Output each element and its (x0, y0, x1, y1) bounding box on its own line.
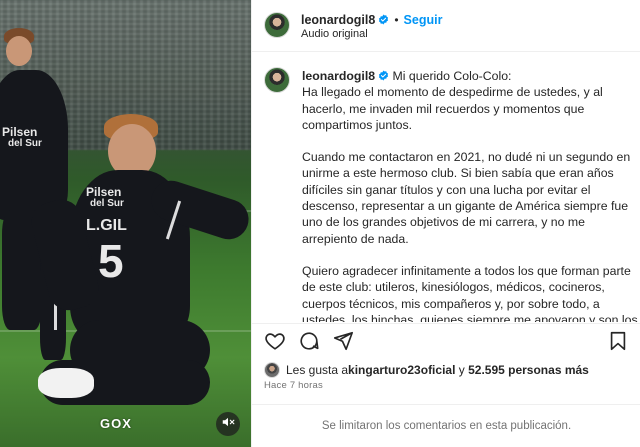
main-player-sponsor: Pilsen (86, 185, 122, 199)
comment-button[interactable] (298, 330, 320, 357)
likes-conjunction: y (455, 363, 469, 377)
save-button[interactable] (607, 330, 629, 357)
speaker-muted-icon (221, 415, 235, 434)
post-timestamp[interactable]: Hace 7 horas (264, 380, 323, 391)
liker-avatar[interactable] (264, 362, 280, 378)
mute-toggle-button[interactable] (216, 412, 240, 436)
likes-summary: Les gusta a kingarturo23oficial y 52.595… (264, 360, 589, 380)
post-header: leonardogil8 • Seguir Audio original (252, 0, 640, 52)
verified-badge-icon (379, 70, 389, 81)
likes-count[interactable]: 52.595 personas más (468, 363, 589, 377)
post-actions-bar (252, 323, 640, 359)
heart-icon (264, 330, 286, 357)
post-details-panel: leonardogil8 • Seguir Audio original leona… (251, 0, 640, 447)
like-button[interactable] (264, 332, 286, 354)
share-icon (332, 330, 354, 357)
caption-paragraph: Quiero agradecer infinitamente a todos l… (302, 263, 638, 322)
caption-author-username[interactable]: leonardogil8 (302, 69, 375, 83)
verified-badge-icon (379, 14, 389, 25)
caption-text: leonardogil8 Mi querido Colo-Colo: Ha ll… (302, 68, 638, 322)
shirt-number: 5 (98, 235, 124, 287)
bookmark-icon (607, 330, 629, 357)
follow-button[interactable]: Seguir (404, 13, 443, 27)
comments-limited-notice: Se limitaron los comentarios en esta pub… (252, 404, 640, 447)
comment-icon (298, 330, 320, 357)
caption-paragraph: Cuando me contactaron en 2021, no dudé n… (302, 150, 631, 246)
broadcaster-watermark: GOX (100, 416, 132, 431)
shirt-name: L.GIL (86, 217, 127, 234)
header-separator: • (394, 13, 399, 27)
author-avatar[interactable] (264, 12, 290, 38)
liker-username[interactable]: kingarturo23oficial (348, 363, 455, 377)
post-caption: leonardogil8 Mi querido Colo-Colo: Ha ll… (264, 64, 639, 322)
teammate-sponsor: Pilsen (2, 125, 38, 139)
likes-prefix: Les gusta a (286, 363, 349, 377)
author-username[interactable]: leonardogil8 (301, 13, 375, 27)
audio-label[interactable]: Audio original (301, 28, 368, 40)
caption-author-avatar[interactable] (264, 67, 290, 93)
share-button[interactable] (332, 330, 354, 357)
post-media[interactable]: Pilsen del Sur Pilsen del Sur L.GIL 5 GO… (0, 0, 251, 447)
